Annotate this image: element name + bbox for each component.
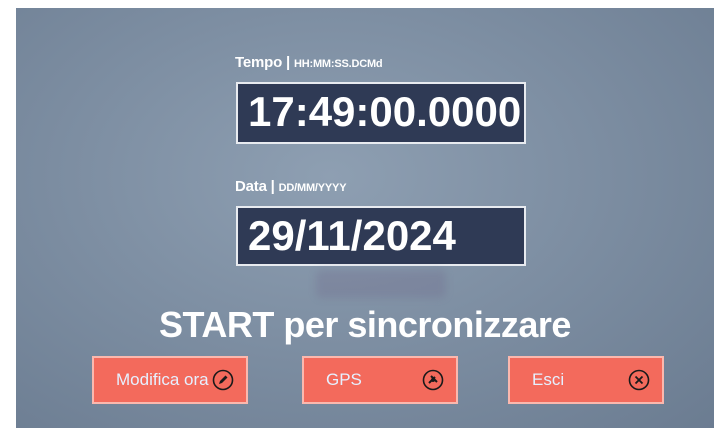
time-label: Tempo | HH:MM:SS.DCMd xyxy=(235,54,383,71)
date-label: Data | DD/MM/YYYY xyxy=(235,178,347,195)
exit-button-label: Esci xyxy=(532,370,565,389)
exit-button[interactable]: Esci xyxy=(508,356,664,404)
gps-button[interactable]: GPS xyxy=(302,356,458,404)
screen-reflection xyxy=(316,270,446,298)
date-input[interactable]: 29/11/2024 xyxy=(236,206,526,266)
device-frame: Tempo | HH:MM:SS.DCMd 17:49:00.0000 Data… xyxy=(0,0,718,430)
gps-button-label: GPS xyxy=(326,370,362,389)
edit-time-button[interactable]: Modifica ora xyxy=(92,356,248,404)
edit-time-button-label: Modifica ora xyxy=(116,370,209,389)
time-label-text: Tempo | xyxy=(235,54,294,71)
device-screen: Tempo | HH:MM:SS.DCMd 17:49:00.0000 Data… xyxy=(16,8,714,428)
time-format-hint: HH:MM:SS.DCMd xyxy=(294,58,383,70)
satellite-icon xyxy=(422,369,444,391)
date-format-hint: DD/MM/YYYY xyxy=(278,182,347,194)
pencil-icon xyxy=(212,369,234,391)
close-circle-icon xyxy=(628,369,650,391)
sync-instruction: START per sincronizzare xyxy=(159,304,571,345)
time-input[interactable]: 17:49:00.0000 xyxy=(236,82,526,144)
date-label-text: Data | xyxy=(235,178,279,195)
